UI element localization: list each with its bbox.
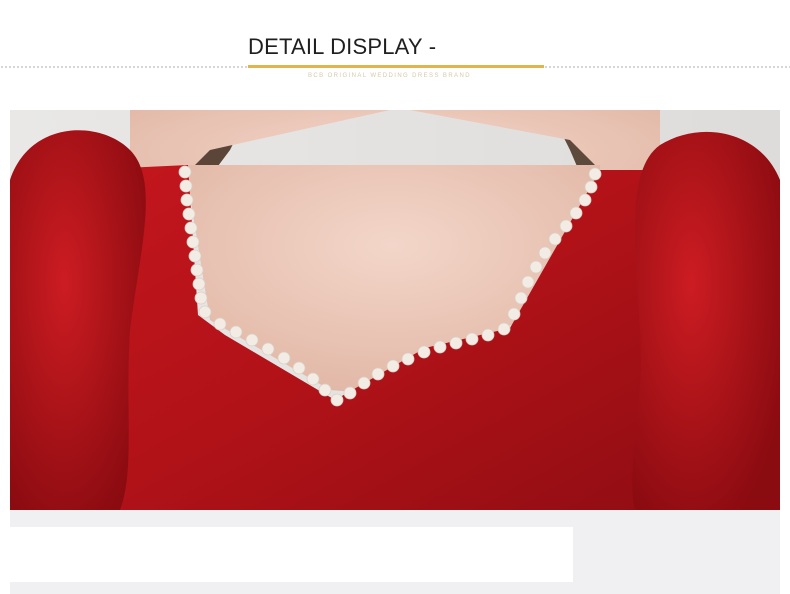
brand-subtitle: BCB ORIGINAL WEDDING DRESS BRAND: [308, 73, 471, 79]
gold-underline: [248, 65, 544, 68]
bottom-white-block: [10, 527, 573, 582]
section-title: DETAIL DISPLAY -: [248, 34, 437, 59]
detail-header: DETAIL DISPLAY - BCB ORIGINAL WEDDING DR…: [0, 0, 790, 100]
dress-detail-photo: [10, 110, 780, 510]
